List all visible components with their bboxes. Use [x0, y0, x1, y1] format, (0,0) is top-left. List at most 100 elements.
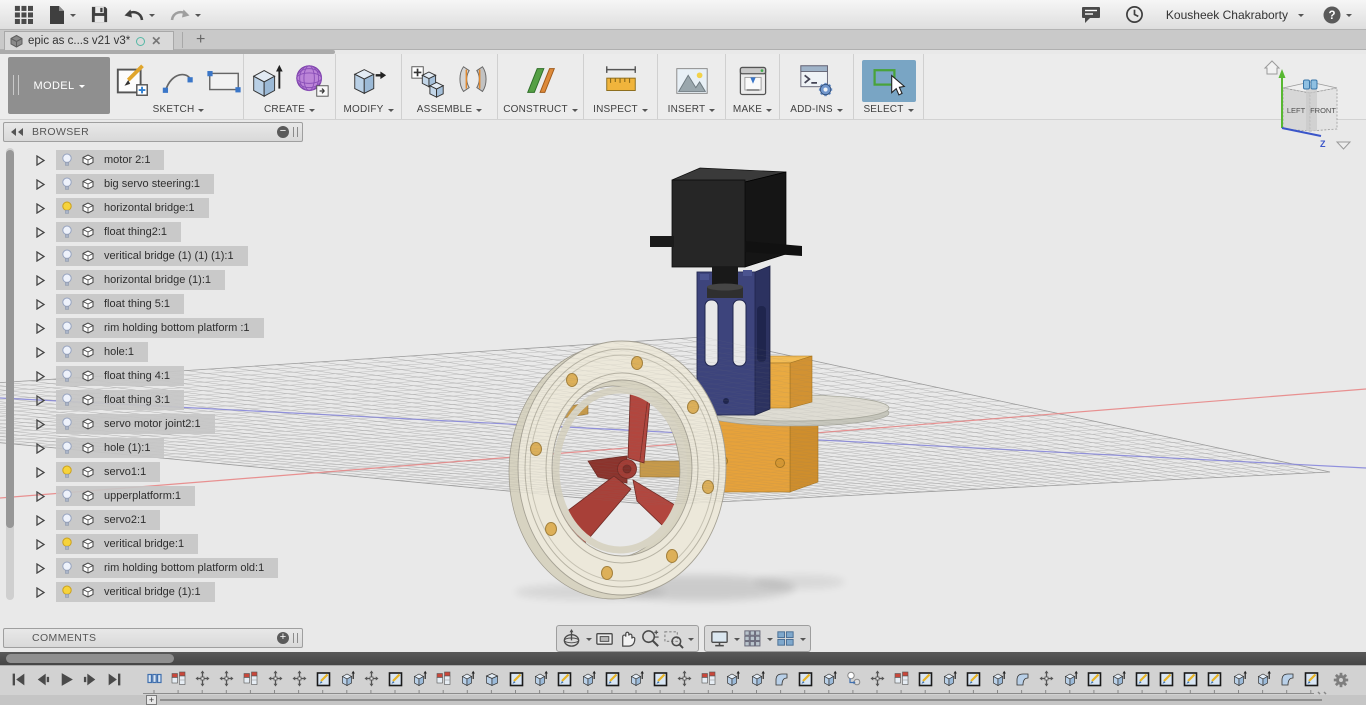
joint-button[interactable] — [453, 61, 493, 101]
timeline-feature-extrude[interactable] — [1232, 670, 1247, 692]
visibility-bulb-icon[interactable] — [61, 297, 73, 311]
comments-button[interactable] — [1081, 6, 1101, 24]
browser-item[interactable]: veritical bridge (1):1 — [56, 582, 215, 602]
active-document-tab[interactable]: epic as c...s v21 v3* ✕ — [4, 31, 174, 50]
browser-row[interactable]: big servo steering:1 — [36, 172, 278, 196]
timeline-feature-sketch[interactable] — [1159, 670, 1174, 692]
timeline-feature-extrude[interactable] — [942, 670, 957, 692]
spline-button[interactable] — [157, 61, 199, 101]
browser-item[interactable]: hole:1 — [56, 342, 148, 362]
ribbon-section-dropdown[interactable]: MODIFY — [343, 104, 393, 117]
ribbon-section-dropdown[interactable]: INSERT — [668, 104, 716, 117]
file-new-button[interactable] — [48, 5, 76, 25]
timeline-feature-extrude[interactable] — [460, 670, 475, 692]
visibility-bulb-icon[interactable] — [61, 345, 73, 359]
undo-button[interactable] — [123, 6, 155, 24]
timeline-feature-extrude[interactable] — [1063, 670, 1078, 692]
browser-item[interactable]: horizontal bridge (1):1 — [56, 270, 225, 290]
browser-row[interactable]: veritical bridge (1) (1) (1):1 — [36, 244, 278, 268]
expand-arrow-icon[interactable] — [36, 371, 46, 382]
browser-item[interactable]: float thing 4:1 — [56, 366, 184, 386]
extrude-button[interactable] — [247, 61, 287, 101]
timeline-feature-sketch[interactable] — [1304, 670, 1319, 692]
scripts-button[interactable] — [796, 61, 838, 101]
user-menu[interactable]: Kousheek Chakraborty — [1166, 8, 1288, 22]
3d-viewport[interactable]: BROWSER − motor 2:1big servo steering:1h… — [0, 120, 1366, 652]
panel-grip-icon[interactable] — [293, 633, 298, 643]
expand-arrow-icon[interactable] — [36, 491, 46, 502]
timeline-feature-move[interactable] — [677, 670, 692, 692]
timeline-feature-fillet[interactable] — [1015, 670, 1030, 692]
viewports-button[interactable] — [774, 627, 807, 650]
expand-arrow-icon[interactable] — [36, 275, 46, 286]
expand-arrow-icon[interactable] — [36, 587, 46, 598]
browser-panel-header[interactable]: BROWSER − — [3, 122, 303, 142]
timeline-feature-sketch[interactable] — [509, 670, 524, 692]
timeline-scrollbar-thumb[interactable] — [6, 654, 174, 663]
browser-item[interactable]: servo motor joint2:1 — [56, 414, 215, 434]
help-button[interactable]: ? — [1322, 5, 1352, 25]
new-component-button[interactable] — [407, 61, 449, 101]
ribbon-section-dropdown[interactable]: INSPECT — [593, 104, 648, 117]
collapse-panel-icon[interactable] — [10, 127, 24, 137]
timeline-feature-extrude[interactable] — [340, 670, 355, 692]
timeline-feature-sketch[interactable] — [316, 670, 331, 692]
timeline-feature-extrude[interactable] — [629, 670, 644, 692]
timeline-feature-move[interactable] — [292, 670, 307, 692]
browser-item[interactable]: veritical bridge:1 — [56, 534, 198, 554]
browser-row[interactable]: float thing 5:1 — [36, 292, 278, 316]
expand-arrow-icon[interactable] — [36, 395, 46, 406]
browser-row[interactable]: float thing 4:1 — [36, 364, 278, 388]
timeline-feature-move[interactable] — [870, 670, 885, 692]
look-at-button[interactable] — [593, 627, 616, 650]
visibility-bulb-icon[interactable] — [61, 465, 73, 479]
timeline-feature-origin[interactable] — [846, 670, 861, 692]
ribbon-section-dropdown[interactable]: ASSEMBLE — [417, 104, 483, 117]
ribbon-section-dropdown[interactable]: SELECT — [863, 104, 913, 117]
browser-item[interactable]: float thing2:1 — [56, 222, 181, 242]
timeline-feature-sketch[interactable] — [653, 670, 668, 692]
timeline-feature-box[interactable] — [484, 670, 499, 692]
viewcube-menu-icon[interactable] — [1337, 142, 1350, 149]
browser-item[interactable]: servo2:1 — [56, 510, 160, 530]
timeline-feature-extrude[interactable] — [581, 670, 596, 692]
browser-row[interactable]: float thing 3:1 — [36, 388, 278, 412]
browser-item[interactable]: float thing 3:1 — [56, 390, 184, 410]
timeline-feature-fillet[interactable] — [774, 670, 789, 692]
browser-row[interactable]: servo motor joint2:1 — [36, 412, 278, 436]
ribbon-section-dropdown[interactable]: SKETCH — [153, 104, 205, 117]
browser-row[interactable]: servo2:1 — [36, 508, 278, 532]
timeline-feature-extrude[interactable] — [1256, 670, 1271, 692]
expand-arrow-icon[interactable] — [36, 323, 46, 334]
ribbon-section-dropdown[interactable]: CREATE — [264, 104, 315, 117]
expand-arrow-icon[interactable] — [36, 539, 46, 550]
timeline-feature-sketch[interactable] — [388, 670, 403, 692]
timeline-feature-joint[interactable] — [436, 670, 451, 692]
browser-item[interactable]: upperplatform:1 — [56, 486, 195, 506]
timeline-feature-joint[interactable] — [171, 670, 186, 692]
window-zoom-button[interactable] — [662, 627, 695, 650]
visibility-bulb-icon[interactable] — [61, 489, 73, 503]
measure-button[interactable] — [600, 61, 642, 101]
viewcube[interactable]: LEFT FRONT Z — [1253, 55, 1365, 160]
pan-button[interactable] — [616, 627, 639, 650]
browser-scrollbar-thumb[interactable] — [6, 150, 14, 528]
zoom-button[interactable] — [639, 627, 662, 650]
timeline-feature-move[interactable] — [195, 670, 210, 692]
browser-row[interactable]: veritical bridge (1):1 — [36, 580, 278, 604]
timeline-feature-sketch[interactable] — [1207, 670, 1222, 692]
expand-arrow-icon[interactable] — [36, 467, 46, 478]
timeline-feature-extrude[interactable] — [822, 670, 837, 692]
notifications-button[interactable] — [1125, 5, 1144, 24]
timeline-feature-move[interactable] — [268, 670, 283, 692]
sketch-create-button[interactable] — [113, 61, 153, 101]
close-tab-icon[interactable]: ✕ — [151, 36, 161, 46]
visibility-bulb-icon[interactable] — [61, 273, 73, 287]
new-tab-button[interactable]: + — [196, 32, 205, 48]
visibility-bulb-icon[interactable] — [61, 249, 73, 263]
expand-arrow-icon[interactable] — [36, 347, 46, 358]
visibility-bulb-icon[interactable] — [61, 177, 73, 191]
timeline-feature-sketch[interactable] — [798, 670, 813, 692]
expand-arrow-icon[interactable] — [36, 155, 46, 166]
expand-arrow-icon[interactable] — [36, 563, 46, 574]
